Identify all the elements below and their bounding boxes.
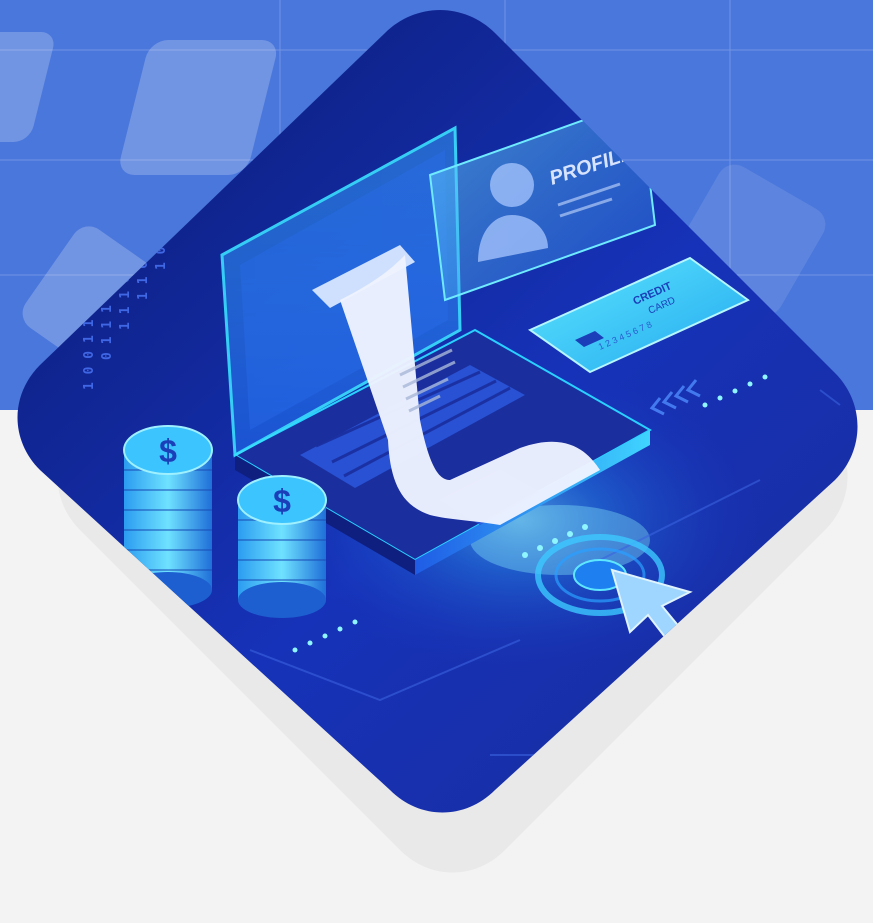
coin-stack-icon-small: $: [237, 475, 327, 618]
binary-column-4: 0 1 1 1 0 1 1: [100, 258, 115, 360]
binary-column-3: 1 1 1 0 1 1 0: [118, 228, 133, 330]
binary-column-1: 1 0 1 1 0 1 0: [154, 168, 169, 270]
coin-stack-icon: $: [123, 425, 213, 608]
coin-symbol-2: $: [273, 483, 291, 519]
coin-symbol-1: $: [159, 433, 177, 469]
illustration-canvas: 1 0 1 1 0 1 0 1 1 0 1 0 0 1 1 1 1 0 1 1 …: [0, 0, 873, 923]
binary-column-5: 1 0 0 1 1 1 0: [82, 288, 97, 390]
binary-column-2: 1 1 0 1 0 0 1: [136, 198, 151, 300]
payment-illustration: 1 0 1 1 0 1 0 1 1 0 1 0 0 1 1 1 1 0 1 1 …: [17, 10, 858, 813]
